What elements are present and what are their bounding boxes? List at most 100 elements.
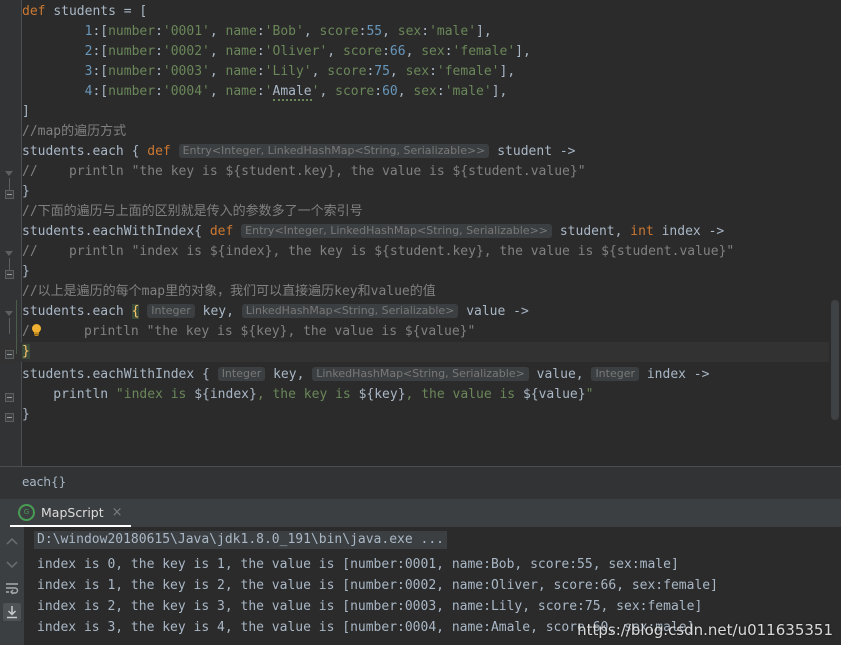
soft-wrap-icon[interactable] [3, 579, 21, 597]
console-line: index is 0, the key is 1, the value is [… [37, 557, 679, 572]
code-token: ], [476, 24, 492, 39]
code-token: name [225, 64, 257, 79]
code-token: : [155, 84, 163, 99]
scroll-up-icon[interactable] [3, 533, 21, 551]
code-token: :[ [92, 44, 109, 59]
code-token: , [209, 84, 226, 99]
code-editor[interactable]: def students = [ 1:[number:'0001', name:… [0, 0, 841, 466]
fold-expand-icon[interactable] [5, 190, 14, 199]
fold-expand-icon[interactable] [5, 350, 14, 359]
editor-scrollbar-thumb[interactable] [831, 300, 839, 420]
code-line: //以上是遍历的每个map里的对象，我们可以直接遍历key和value的值 [22, 282, 436, 302]
code-line: // println "the key is ${student.key}, t… [22, 162, 586, 182]
code-line: } [22, 182, 30, 202]
code-token: //下面的遍历与上面的区别就是传入的参数多了一个索引号 [22, 204, 363, 219]
code-token: , [209, 44, 226, 59]
code-line: def students = [ [22, 2, 147, 22]
fold-expand-icon[interactable] [5, 270, 14, 279]
console-line: index is 3, the key is 4, the value is [… [37, 620, 695, 635]
code-token: 'male' [429, 24, 477, 39]
breadcrumb[interactable]: each{} [22, 475, 66, 489]
code-token: //map的遍历方式 [22, 124, 127, 139]
code-token: .each [84, 304, 132, 319]
code-token: : [429, 64, 437, 79]
code-line: 2:[number:'0002', name:'Oliver', score:6… [22, 42, 531, 62]
code-line: students.each { def Entry<Integer, Linke… [22, 142, 576, 162]
code-token: : [256, 64, 265, 79]
fold-collapse-icon[interactable] [5, 251, 14, 258]
fold-collapse-icon[interactable] [5, 171, 14, 178]
console-output[interactable]: D:\window20180615\Java\jdk1.8.0_191\bin\… [24, 527, 841, 645]
intention-bulb-icon[interactable] [30, 324, 45, 337]
type-hint-badge: Entry<Integer, LinkedHashMap<String, Ser… [241, 224, 553, 238]
run-tab-mapscript[interactable]: G MapScript × [10, 499, 131, 527]
code-token: '0001' [162, 24, 210, 39]
fold-expand-icon[interactable] [5, 393, 14, 402]
editor-vertical-scrollbar[interactable] [829, 0, 841, 466]
code-token: score [342, 44, 383, 59]
code-token: sex [421, 44, 445, 59]
code-token: number [108, 44, 156, 59]
code-line: } [22, 262, 30, 282]
code-token: , [327, 44, 343, 59]
code-token: , [405, 44, 422, 59]
code-line: students.eachWithIndex { Integer key, Li… [22, 365, 709, 385]
console-toolbar[interactable] [0, 527, 24, 645]
scroll-to-end-icon[interactable] [3, 603, 21, 621]
code-token: name [225, 44, 257, 59]
code-token: 'female' [436, 64, 500, 79]
code-token: int [630, 224, 662, 239]
code-token: //以上是遍历的每个map里的对象，我们可以直接遍历key和value的值 [22, 284, 436, 299]
code-token: : [436, 84, 445, 99]
code-token: 66 [389, 44, 406, 59]
code-token: 75 [374, 64, 390, 79]
code-line: students.each { Integer key, LinkedHashM… [22, 302, 529, 322]
code-token: : [155, 64, 163, 79]
code-token: 'Oliver' [264, 44, 328, 59]
code-token: students [22, 304, 85, 319]
code-token: students [22, 144, 85, 159]
code-token: sex [397, 24, 422, 39]
code-token: index -> [661, 224, 725, 239]
code-token: students [22, 367, 85, 382]
code-token: student, [552, 224, 631, 239]
code-lines[interactable]: def students = [ 1:[number:'0001', name:… [22, 0, 841, 466]
ide-window: def students = [ 1:[number:'0001', name:… [0, 0, 841, 645]
code-token: // println "the key is ${student.key}, t… [22, 164, 586, 179]
scroll-down-icon[interactable] [3, 555, 21, 573]
code-token: .eachWithIndex { [84, 367, 218, 382]
code-token: '0002' [162, 44, 210, 59]
console-line: index is 1, the key is 2, the value is [… [37, 578, 718, 593]
code-token: :[ [92, 24, 109, 39]
code-token: ' [264, 84, 273, 99]
type-hint-badge: Entry<Integer, LinkedHashMap<String, Ser… [178, 144, 490, 158]
code-token: students [22, 224, 85, 239]
code-line: // println "index is ${index}, the key i… [22, 242, 734, 262]
code-token: '0004' [162, 84, 210, 99]
code-token: , [397, 84, 414, 99]
code-token: , the key is [256, 387, 359, 402]
fold-collapse-icon[interactable] [5, 311, 14, 318]
close-icon[interactable]: × [112, 505, 123, 520]
code-token: score [319, 24, 359, 39]
code-line: ] [22, 102, 30, 122]
code-token: number [108, 24, 156, 39]
code-token: : [256, 84, 265, 99]
run-tab-bar: G MapScript × [0, 499, 841, 527]
code-line: 1:[number:'0001', name:'Bob', score:55, … [22, 22, 492, 42]
groovy-script-icon: G [18, 503, 35, 521]
code-token: : [421, 24, 430, 39]
code-token: , [389, 64, 406, 79]
code-line: } [22, 405, 30, 425]
code-token: , [303, 24, 320, 39]
code-token: " [585, 387, 594, 402]
code-token: .eachWithIndex{ [84, 224, 210, 239]
code-token: , [319, 84, 336, 99]
code-token: ${key} [358, 387, 406, 402]
code-token: : [256, 24, 265, 39]
fold-expand-icon[interactable] [5, 413, 14, 422]
code-token: each { [92, 144, 148, 159]
code-token: : [256, 44, 265, 59]
